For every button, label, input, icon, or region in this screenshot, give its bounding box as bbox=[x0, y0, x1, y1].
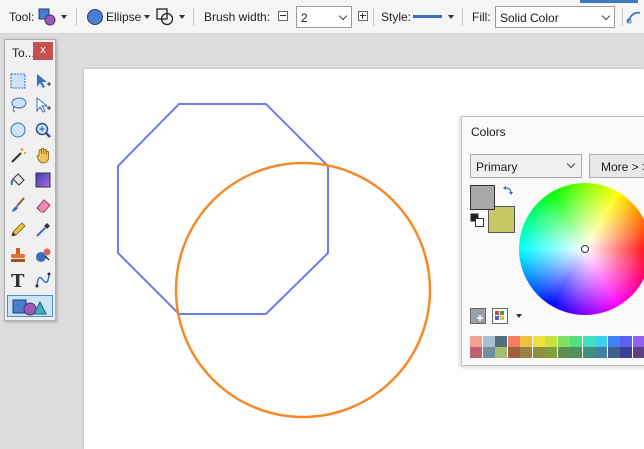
fill-value: Solid Color bbox=[500, 11, 559, 25]
palette-swatch[interactable] bbox=[607, 336, 620, 347]
swap-colors-icon[interactable] bbox=[502, 185, 514, 197]
toolbar-highlight bbox=[580, 0, 638, 3]
brush-width-label: Brush width: bbox=[204, 10, 271, 24]
lasso-select-icon[interactable] bbox=[7, 94, 29, 116]
line-style-chevron-icon[interactable] bbox=[448, 15, 454, 19]
palette-swatch[interactable] bbox=[520, 336, 532, 347]
primary-color-swatch[interactable] bbox=[470, 185, 495, 210]
palette-swatch[interactable] bbox=[545, 336, 557, 347]
clone-stamp-icon[interactable] bbox=[7, 244, 29, 266]
color-mode-select[interactable]: Primary bbox=[470, 154, 582, 178]
svg-text:T: T bbox=[11, 271, 25, 289]
palette-swatch[interactable] bbox=[582, 336, 595, 347]
tools-window-title: To... bbox=[12, 46, 35, 60]
text-icon[interactable]: T bbox=[7, 269, 29, 291]
palette-swatch[interactable] bbox=[495, 336, 507, 347]
palette-menu-icon[interactable] bbox=[492, 308, 508, 324]
add-to-palette-icon[interactable] bbox=[470, 308, 486, 324]
palette-swatch[interactable] bbox=[507, 336, 520, 347]
palette-swatch[interactable] bbox=[532, 347, 545, 358]
toolbar-separator bbox=[462, 8, 463, 26]
palette-swatch[interactable] bbox=[570, 336, 582, 347]
palette-swatch[interactable] bbox=[607, 347, 620, 358]
palette-swatch[interactable] bbox=[582, 347, 595, 358]
line-curve-icon[interactable] bbox=[32, 269, 54, 291]
palette-swatch[interactable] bbox=[482, 336, 495, 347]
magic-wand-icon[interactable] bbox=[7, 144, 29, 166]
palette-swatch[interactable] bbox=[507, 347, 520, 358]
palette-swatch[interactable] bbox=[595, 347, 607, 358]
palette-swatch[interactable] bbox=[632, 347, 644, 358]
chevron-down-icon bbox=[566, 159, 576, 169]
gradient-icon[interactable] bbox=[32, 169, 54, 191]
antialiasing-icon[interactable] bbox=[626, 9, 642, 25]
color-picker-icon[interactable] bbox=[32, 219, 54, 241]
palette-swatch[interactable] bbox=[470, 347, 482, 358]
palette-swatch[interactable] bbox=[570, 347, 582, 358]
close-button[interactable]: x bbox=[33, 42, 53, 60]
circle-shape[interactable] bbox=[174, 161, 432, 419]
pan-icon[interactable] bbox=[32, 144, 54, 166]
color-mode-value: Primary bbox=[476, 160, 518, 174]
palette-swatch[interactable] bbox=[495, 347, 507, 358]
palette-swatch[interactable] bbox=[557, 347, 570, 358]
shapes-icon[interactable] bbox=[7, 295, 53, 317]
palette-swatch[interactable] bbox=[620, 336, 632, 347]
palette-swatch[interactable] bbox=[557, 336, 570, 347]
palette-swatch[interactable] bbox=[545, 347, 557, 358]
shape-type-chevron-icon[interactable] bbox=[144, 15, 150, 19]
colors-window-title: Colors bbox=[471, 125, 506, 139]
brush-width-decrease-button[interactable] bbox=[278, 11, 288, 21]
ellipse-shape-icon[interactable] bbox=[87, 9, 103, 25]
ellipse-select-icon[interactable] bbox=[7, 119, 29, 141]
tool-options-toolbar: Tool: Ellipse Brush width: 2 Style: Fill… bbox=[0, 0, 644, 34]
toolbar-separator bbox=[193, 8, 194, 26]
paintbrush-icon[interactable] bbox=[7, 194, 29, 216]
colors-window: Colors Primary More > > bbox=[461, 116, 644, 366]
octagon-shape[interactable] bbox=[117, 103, 329, 315]
color-palette bbox=[470, 336, 644, 358]
eraser-icon[interactable] bbox=[32, 194, 54, 216]
draw-mode-chevron-icon[interactable] bbox=[179, 15, 185, 19]
more-button-label: More > > bbox=[601, 160, 644, 174]
toolbar-separator bbox=[622, 8, 623, 26]
style-label: Style: bbox=[381, 10, 412, 24]
color-wheel-selector[interactable] bbox=[581, 245, 589, 253]
pencil-icon[interactable] bbox=[7, 219, 29, 241]
tool-dropdown-chevron-icon[interactable] bbox=[61, 15, 67, 19]
palette-swatch[interactable] bbox=[620, 347, 632, 358]
palette-swatch[interactable] bbox=[595, 336, 607, 347]
shape-draw-mode-icon[interactable] bbox=[156, 8, 174, 26]
toolbar-separator bbox=[76, 8, 77, 26]
move-selection-icon[interactable] bbox=[32, 94, 54, 116]
recolor-icon[interactable] bbox=[32, 244, 54, 266]
reset-colors-icon[interactable] bbox=[470, 213, 484, 227]
line-style-solid-icon[interactable] bbox=[413, 15, 442, 18]
fill-combo[interactable]: Solid Color bbox=[495, 6, 615, 28]
tools-window: To... x T bbox=[4, 39, 56, 321]
palette-swatch[interactable] bbox=[632, 336, 644, 347]
paint-bucket-icon[interactable] bbox=[7, 169, 29, 191]
palette-swatch[interactable] bbox=[520, 347, 532, 358]
secondary-color-swatch[interactable] bbox=[488, 206, 515, 233]
toolbar-separator bbox=[373, 8, 374, 26]
palette-swatch[interactable] bbox=[482, 347, 495, 358]
palette-swatch[interactable] bbox=[532, 336, 545, 347]
shapes-tool-icon[interactable] bbox=[38, 8, 56, 26]
palette-swatch[interactable] bbox=[470, 336, 482, 347]
more-button[interactable]: More > > bbox=[589, 154, 644, 178]
chevron-down-icon bbox=[338, 11, 348, 21]
shape-type-label[interactable]: Ellipse bbox=[106, 10, 141, 24]
zoom-icon[interactable] bbox=[32, 119, 54, 141]
palette-chevron-icon[interactable] bbox=[516, 314, 522, 318]
move-selected-icon[interactable] bbox=[32, 70, 54, 92]
brush-width-combo[interactable]: 2 bbox=[296, 6, 352, 28]
fill-label: Fill: bbox=[472, 10, 491, 24]
rectangle-select-icon[interactable] bbox=[7, 70, 29, 92]
brush-width-increase-button[interactable] bbox=[358, 11, 368, 21]
tool-label: Tool: bbox=[9, 10, 35, 24]
chevron-down-icon bbox=[601, 11, 611, 21]
brush-width-value: 2 bbox=[301, 11, 308, 25]
